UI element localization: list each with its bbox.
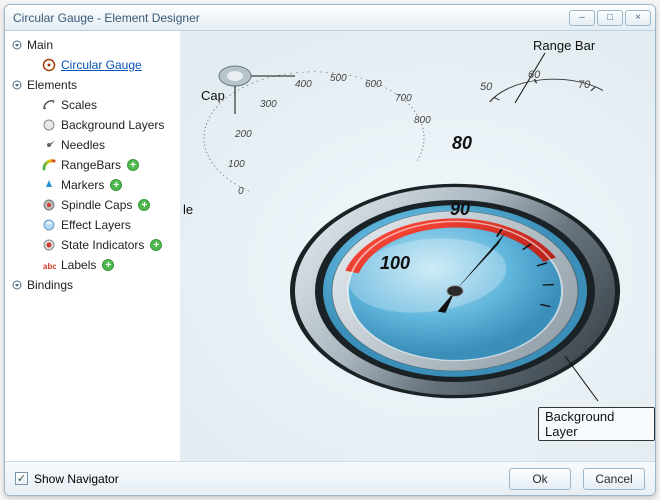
- tree-node-spindle-caps[interactable]: Spindle Caps +: [25, 195, 180, 215]
- tree-label: Markers: [61, 178, 104, 192]
- tree-label: Spindle Caps: [61, 198, 132, 212]
- marker-icon: [41, 177, 57, 193]
- scale-tick-label: 90: [450, 199, 470, 220]
- scale-tick-label: 300: [260, 99, 277, 110]
- window-buttons: – □ ×: [569, 10, 651, 26]
- scale-tick-label: 200: [235, 129, 252, 140]
- rangebar-icon: [41, 157, 57, 173]
- navigator-tree: Main Circular Gauge: [5, 31, 180, 461]
- scale-tick-label: 800: [414, 115, 431, 126]
- tree-label: State Indicators: [61, 238, 144, 252]
- spindle-cap-icon: [41, 197, 57, 213]
- chevron-right-icon[interactable]: [11, 279, 23, 291]
- scale-tick-label: 600: [365, 79, 382, 90]
- maximize-icon: □: [607, 12, 613, 23]
- tree-node-background-layers[interactable]: Background Layers: [25, 115, 180, 135]
- add-button[interactable]: +: [150, 239, 162, 251]
- add-button[interactable]: +: [102, 259, 114, 271]
- footer-bar: ✓ Show Navigator Ok Cancel: [5, 461, 655, 495]
- gauge-icon: [41, 57, 57, 73]
- chevron-down-icon[interactable]: [11, 39, 23, 51]
- scale-tick-label: 100: [380, 253, 410, 274]
- scale-tick-label: 0: [238, 186, 244, 197]
- titlebar[interactable]: Circular Gauge - Element Designer – □ ×: [5, 5, 655, 31]
- tree-label: Labels: [61, 258, 96, 272]
- tree-node-circular-gauge[interactable]: Circular Gauge: [25, 55, 180, 75]
- effect-layer-icon: [41, 217, 57, 233]
- tree-label: Main: [27, 38, 53, 52]
- minimize-icon: –: [579, 12, 585, 23]
- tree-label: Elements: [27, 78, 77, 92]
- ok-button[interactable]: Ok: [509, 468, 571, 490]
- tree-node-rangebars[interactable]: RangeBars +: [25, 155, 180, 175]
- tree-node-scales[interactable]: Scales: [25, 95, 180, 115]
- scale-icon: [41, 97, 57, 113]
- tree-node-main[interactable]: Main: [11, 35, 180, 55]
- add-button[interactable]: +: [127, 159, 139, 171]
- callout-background-layer: Background Layer: [538, 407, 655, 441]
- tree-label: Circular Gauge: [61, 58, 142, 72]
- gauge-preview: 0 100 200 300 400 500 600 700 800 50 60 …: [180, 31, 655, 461]
- callout-cap: Cap: [198, 87, 228, 104]
- show-navigator-label: Show Navigator: [34, 472, 119, 486]
- scale-tick-label: 100: [228, 159, 245, 170]
- add-button[interactable]: +: [110, 179, 122, 191]
- show-navigator-checkbox[interactable]: ✓: [15, 472, 28, 485]
- scale-tick-label: 700: [395, 93, 412, 104]
- needle-icon: [41, 137, 57, 153]
- scale-tick-label: 50: [480, 81, 492, 93]
- designer-window: Circular Gauge - Element Designer – □ ×: [4, 4, 656, 496]
- gauge-illustration: [180, 31, 655, 461]
- scale-tick-label: 60: [528, 69, 540, 81]
- tree-node-state-indicators[interactable]: State Indicators +: [25, 235, 180, 255]
- svg-text:abc: abc: [43, 262, 56, 271]
- callout-range-bar: Range Bar: [530, 37, 598, 54]
- callout-le: le: [180, 201, 196, 218]
- state-indicator-icon: [41, 237, 57, 253]
- scale-tick-label: 500: [330, 73, 347, 84]
- tree-label: Scales: [61, 98, 97, 112]
- close-button[interactable]: ×: [625, 10, 651, 26]
- tree-node-bindings[interactable]: Bindings: [11, 275, 180, 295]
- scale-tick-label: 400: [295, 79, 312, 90]
- scale-tick-label: 70: [578, 79, 590, 91]
- minimize-button[interactable]: –: [569, 10, 595, 26]
- label-icon: abc: [41, 257, 57, 273]
- tree-node-needles[interactable]: Needles: [25, 135, 180, 155]
- layer-icon: [41, 117, 57, 133]
- content-area: Main Circular Gauge: [5, 31, 655, 461]
- window-title: Circular Gauge - Element Designer: [13, 11, 569, 25]
- window-body: Main Circular Gauge: [5, 31, 655, 495]
- maximize-button[interactable]: □: [597, 10, 623, 26]
- tree-node-markers[interactable]: Markers +: [25, 175, 180, 195]
- tree-label: Background Layers: [61, 118, 164, 132]
- scale-tick-label: 80: [452, 133, 472, 154]
- add-button[interactable]: +: [138, 199, 150, 211]
- cancel-button[interactable]: Cancel: [583, 468, 645, 490]
- tree-label: RangeBars: [61, 158, 121, 172]
- tree-label: Effect Layers: [61, 218, 131, 232]
- tree-node-elements[interactable]: Elements: [11, 75, 180, 95]
- tree-node-effect-layers[interactable]: Effect Layers: [25, 215, 180, 235]
- tree-node-labels[interactable]: abc Labels +: [25, 255, 180, 275]
- close-icon: ×: [635, 12, 641, 23]
- tree-label: Needles: [61, 138, 105, 152]
- tree-label: Bindings: [27, 278, 73, 292]
- chevron-down-icon[interactable]: [11, 79, 23, 91]
